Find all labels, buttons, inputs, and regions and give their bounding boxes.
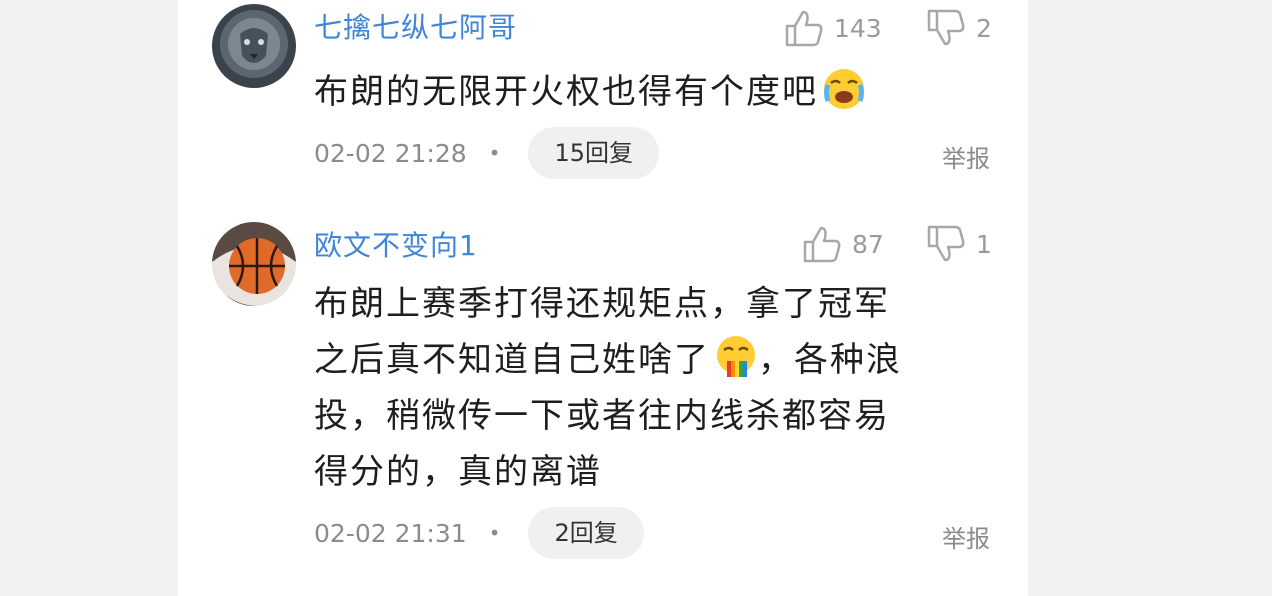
comment-line: 布朗上赛季打得还规矩点，拿了冠军 (314, 284, 890, 324)
thumbs-down-icon (927, 9, 965, 46)
timestamp: 02-02 21:28 (314, 138, 467, 168)
replies-button[interactable]: 15回复 (528, 127, 659, 179)
comment-text: 布朗的无限开火权也得有个度吧 (314, 64, 866, 120)
comment-meta: 02-02 21:28 • 15回复 (314, 127, 659, 179)
crying-face-icon (824, 69, 864, 109)
separator-dot: • (488, 521, 501, 545)
dislike-button[interactable]: 2 (926, 8, 992, 48)
comment-line: 得分的，真的离谱 (314, 452, 602, 492)
comment-line: 布朗的无限开火权也得有个度吧 (314, 72, 818, 112)
lion-avatar-icon (212, 4, 296, 88)
comment-line: ，各种浪 (758, 340, 902, 380)
separator-dot: • (488, 141, 501, 165)
timestamp: 02-02 21:31 (314, 518, 467, 548)
comment-panel: 七擒七纵七阿哥 143 2 布朗的无限开火权也得有个度吧 02-02 21:28… (178, 0, 1028, 596)
like-count: 143 (834, 13, 882, 43)
replies-button[interactable]: 2回复 (528, 507, 644, 559)
avatar[interactable] (212, 222, 296, 306)
avatar[interactable] (212, 4, 296, 88)
thumbs-up-icon (803, 226, 841, 263)
username[interactable]: 欧文不变向1 (314, 224, 478, 264)
comment-meta: 02-02 21:31 • 2回复 (314, 507, 644, 559)
comment-text: 布朗上赛季打得还规矩点，拿了冠军 之后真不知道自己姓啥了 ，各种浪 投，稍微传一… (314, 276, 902, 500)
comment-line: 投，稍微传一下或者往内线杀都容易 (314, 396, 890, 436)
comment-line: 之后真不知道自己姓啥了 (314, 340, 710, 380)
thumbs-up-icon (785, 10, 823, 47)
dislike-count: 2 (976, 13, 992, 43)
dislike-count: 1 (976, 229, 992, 259)
like-button[interactable]: 87 (802, 224, 884, 264)
username[interactable]: 七擒七纵七阿哥 (314, 6, 517, 46)
rainbow-vomit-face-icon (717, 336, 755, 377)
report-link[interactable]: 举报 (942, 139, 990, 174)
thumbs-down-icon (927, 225, 965, 262)
like-button[interactable]: 143 (784, 8, 882, 48)
like-count: 87 (852, 229, 884, 259)
report-link[interactable]: 举报 (942, 519, 990, 554)
basketball-avatar-icon (212, 222, 296, 306)
dislike-button[interactable]: 1 (926, 224, 992, 264)
